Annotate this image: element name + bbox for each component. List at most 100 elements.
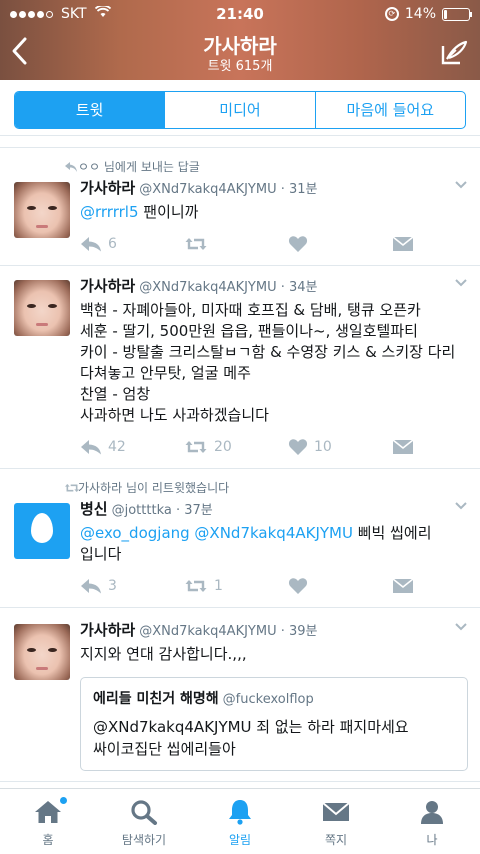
like-button[interactable]: [288, 235, 392, 253]
display-name[interactable]: 가사하라: [80, 621, 135, 639]
display-name[interactable]: 가사하라: [80, 277, 135, 295]
tab-label: 홈: [42, 833, 54, 847]
retweet-icon: [185, 580, 207, 592]
tab-label: 알림: [228, 833, 252, 847]
envelope-icon: [392, 578, 414, 593]
quoted-tweet[interactable]: 에리들 미친거 해명해 @fuckexolflop @XNd7kakq4AKJYM…: [80, 677, 468, 771]
compose-button[interactable]: [440, 40, 468, 66]
display-name[interactable]: 가사하라: [80, 179, 135, 197]
retweet-icon: [185, 441, 207, 453]
segment-bar: 트윗 미디어 마음에 들어요: [0, 80, 480, 136]
handle-time: @XNd7kakq4AKJYMU · 31분: [139, 182, 318, 197]
dm-share-button[interactable]: [392, 236, 414, 252]
tweet-text-body: 팬이니까: [138, 203, 199, 221]
handle-time: @XNd7kakq4AKJYMU · 34분: [139, 280, 318, 295]
avatar[interactable]: [14, 182, 70, 238]
reply-count: 3: [108, 578, 117, 594]
retweet-button[interactable]: 1: [184, 578, 288, 594]
tweet[interactable]: 가사하라 @XNd7kakq4AKJYMU · 34분 백현 - 자폐아들아, 미…: [0, 266, 480, 469]
tweet-text: 백현 - 자폐아들아, 미자때 호프집 & 담배, 탱큐 오픈카 세훈 - 딸기…: [80, 301, 456, 424]
tab-explore[interactable]: 탐색하기: [96, 789, 192, 854]
retweet-context-text: 가사하라 님이 리트윗했습니다: [78, 481, 230, 495]
reply-count: 42: [108, 439, 126, 455]
dm-share-button[interactable]: [392, 439, 414, 455]
status-bar: SKT 21:40 ⟳ 14%: [0, 0, 480, 28]
rotation-lock-icon: ⟳: [384, 7, 399, 21]
reply-icon: [81, 440, 101, 455]
bottom-tab-bar: 홈 탐색하기 알림 쪽지 나: [0, 788, 480, 854]
bell-icon: [229, 800, 251, 825]
envelope-icon: [392, 439, 414, 454]
tab-messages[interactable]: 쪽지: [288, 789, 384, 854]
tab-notifications[interactable]: 알림: [192, 789, 288, 854]
mention-link[interactable]: @exo_dogjang @XNd7kakq4AKJYMU: [80, 524, 353, 542]
reply-button[interactable]: 42: [80, 439, 184, 455]
chevron-down-icon[interactable]: [454, 180, 468, 190]
tweet-text: 지지와 연대 감사합니다.,,,: [80, 645, 247, 663]
quoted-display-name: 에리들 미친거 해명해: [93, 691, 219, 707]
envelope-icon: [392, 236, 414, 251]
avatar[interactable]: [14, 280, 70, 336]
battery-area: ⟳ 14%: [384, 6, 472, 22]
tab-media[interactable]: 미디어: [165, 92, 316, 128]
tab-home[interactable]: 홈: [0, 789, 96, 854]
action-bar: 3 1: [80, 575, 468, 597]
reply-icon: [65, 162, 77, 172]
retweet-count: 20: [214, 439, 232, 455]
battery-percent: 14%: [404, 6, 436, 22]
like-button[interactable]: [288, 577, 392, 595]
reply-count: 6: [108, 236, 117, 252]
like-button[interactable]: 10: [288, 438, 392, 456]
dm-share-button[interactable]: [392, 578, 414, 594]
tab-label: 나: [426, 833, 438, 847]
search-icon: [131, 800, 157, 825]
notification-dot: [60, 797, 67, 804]
action-bar: 6: [80, 233, 468, 255]
divider: [0, 136, 480, 148]
home-icon: [35, 801, 61, 823]
retweet-button[interactable]: [184, 236, 288, 252]
like-count: 10: [314, 439, 332, 455]
retweet-icon: [185, 238, 207, 250]
heart-icon: [288, 439, 308, 455]
tab-me[interactable]: 나: [384, 789, 480, 854]
retweet-count: 1: [214, 578, 223, 594]
tweet[interactable]: 가사하라 @XNd7kakq4AKJYMU · 39분 지지와 연대 감사합니다.…: [0, 608, 480, 782]
mention-link[interactable]: @rrrrrl5: [80, 203, 139, 221]
handle-time: @XNd7kakq4AKJYMU · 39분: [139, 624, 318, 639]
mail-icon: [322, 802, 350, 821]
compose-icon: [441, 40, 468, 65]
quoted-text: @XNd7kakq4AKJYMU 죄 없는 하라 패지마세요 싸이코집단 씹에리…: [93, 718, 409, 758]
timeline[interactable]: ㅇㅇ 님에게 보내는 답글 가사하라 @XNd7kakq4AKJYMU · 31분…: [0, 136, 480, 788]
chevron-down-icon[interactable]: [454, 278, 468, 288]
display-name[interactable]: 병신: [80, 500, 108, 518]
reply-button[interactable]: 6: [80, 236, 184, 252]
heart-icon: [288, 236, 308, 252]
retweet-button[interactable]: 20: [184, 439, 288, 455]
action-bar: 42 20 10: [80, 436, 468, 458]
handle-time: @jottttka · 37분: [111, 503, 213, 518]
avatar[interactable]: [14, 624, 70, 680]
chevron-down-icon[interactable]: [454, 622, 468, 632]
tweet[interactable]: ㅇㅇ 님에게 보내는 답글 가사하라 @XNd7kakq4AKJYMU · 31분…: [0, 148, 480, 266]
reply-context: ㅇㅇ 님에게 보내는 답글: [12, 156, 468, 178]
avatar[interactable]: [14, 503, 70, 559]
heart-icon: [288, 578, 308, 594]
tab-tweets[interactable]: 트윗: [15, 92, 166, 128]
reply-context-text: ㅇㅇ 님에게 보내는 답글: [78, 160, 200, 174]
tweet-count: 트윗 615개: [207, 59, 273, 74]
retweet-icon: [65, 484, 79, 492]
reply-button[interactable]: 3: [80, 578, 184, 594]
profile-header: SKT 21:40 ⟳ 14% 가사하라 트윗 615개: [0, 0, 480, 80]
tweet[interactable]: 가사하라 님이 리트윗했습니다 병신 @jottttka · 37분 @exo_d…: [0, 469, 480, 608]
battery-icon: [442, 7, 472, 21]
tweet-text: @rrrrrl5 팬이니까: [80, 202, 468, 223]
chevron-down-icon[interactable]: [454, 501, 468, 511]
person-icon: [421, 801, 443, 824]
tab-label: 쪽지: [324, 833, 348, 847]
segmented-control: 트윗 미디어 마음에 들어요: [14, 91, 466, 129]
tab-likes[interactable]: 마음에 들어요: [316, 92, 465, 128]
quoted-handle: @fuckexolflop: [222, 692, 314, 707]
reply-icon: [81, 579, 101, 594]
reply-icon: [81, 237, 101, 252]
